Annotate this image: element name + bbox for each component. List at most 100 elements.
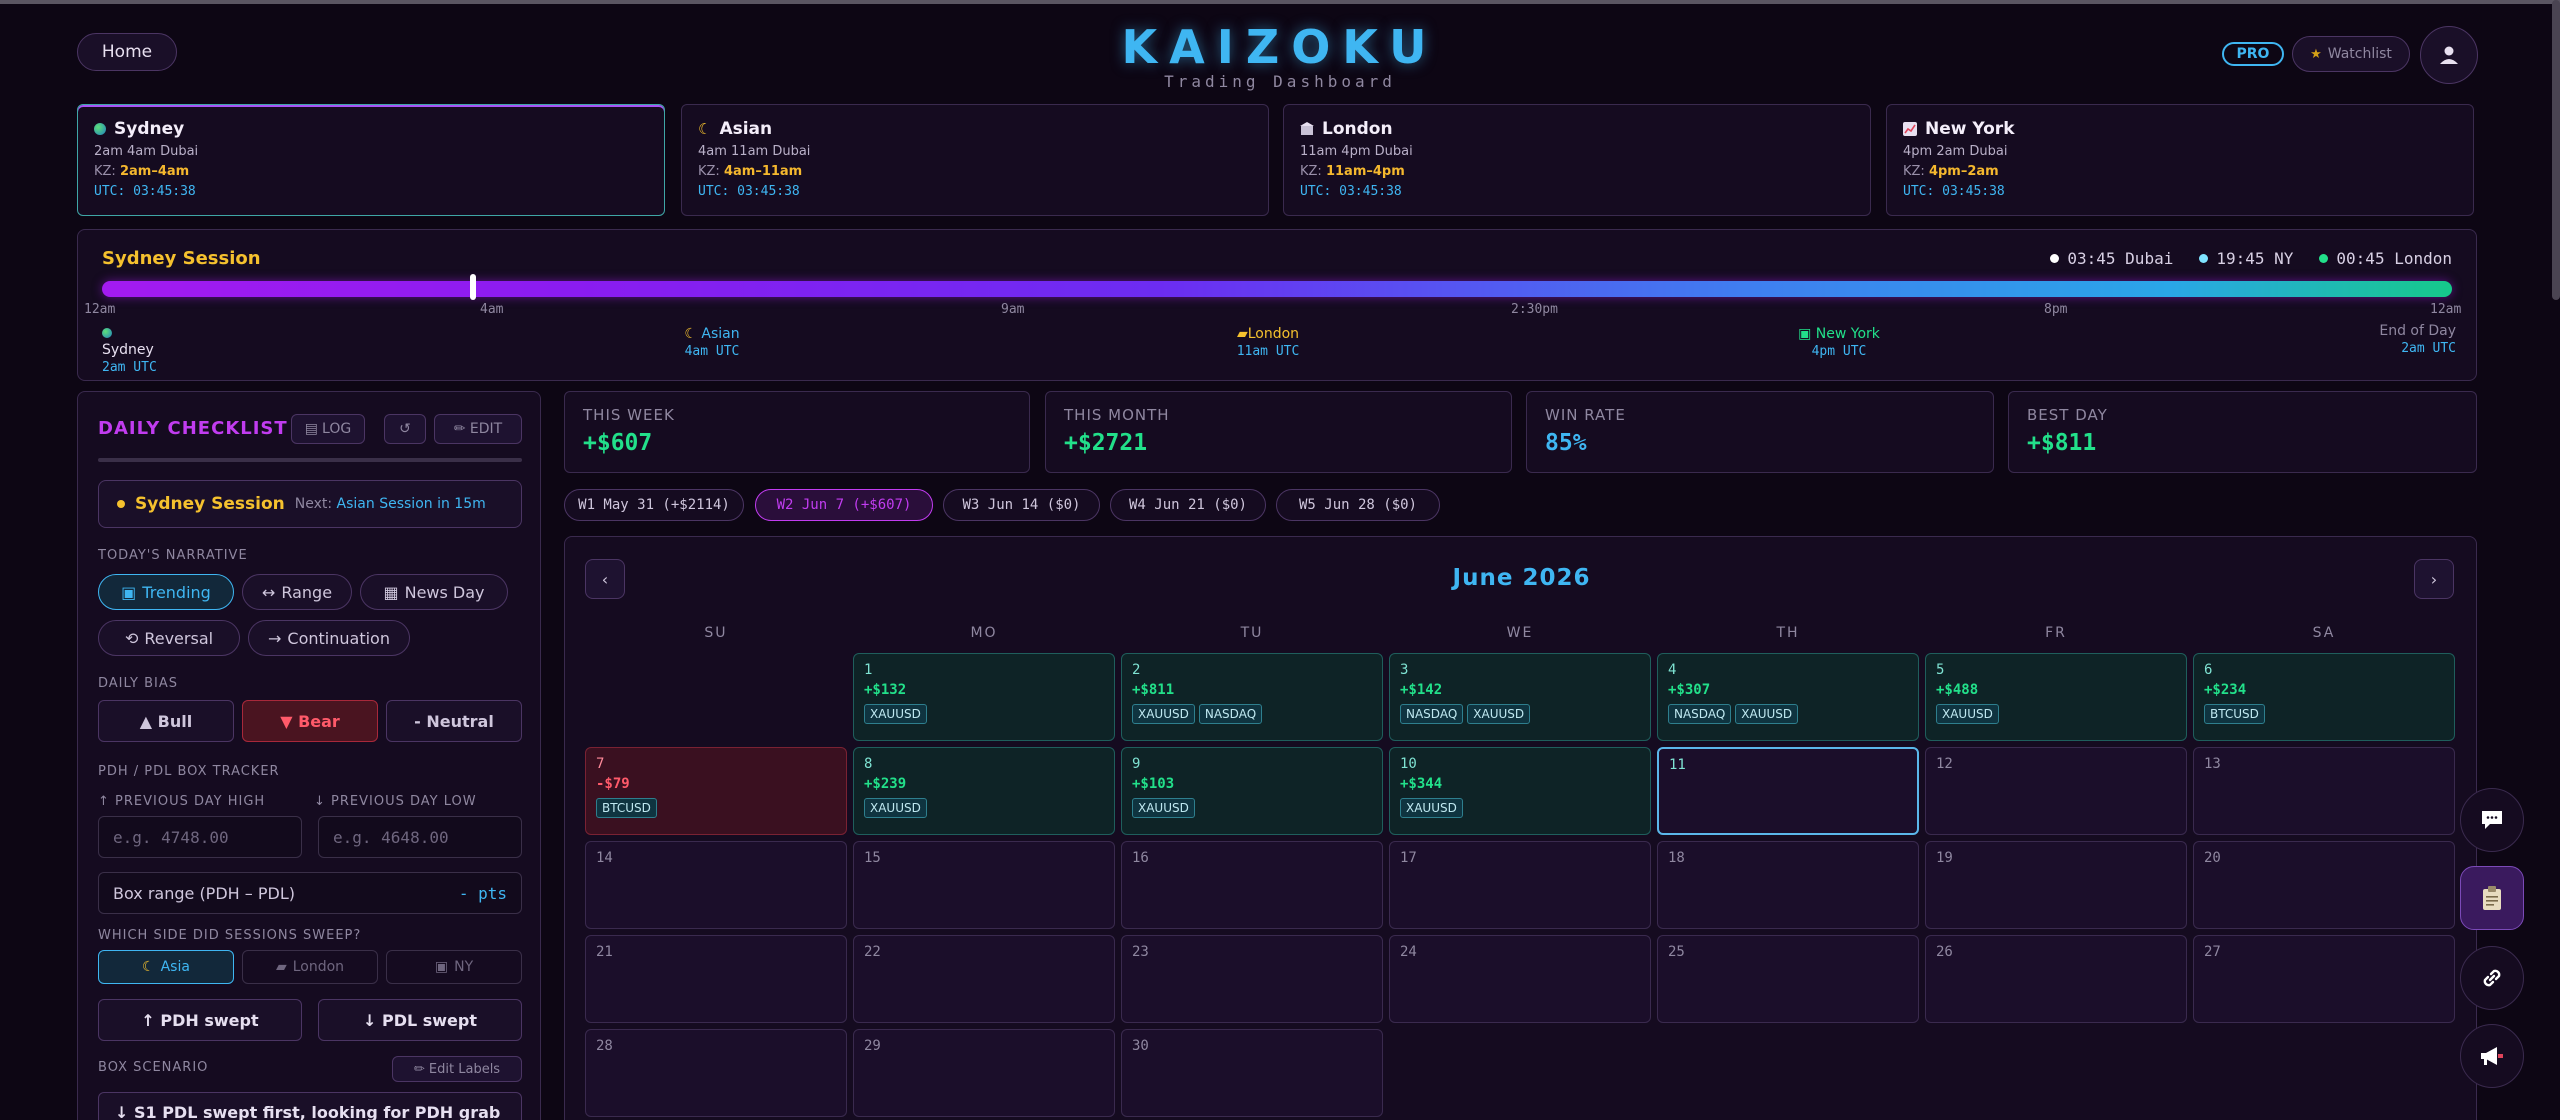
session-hours: 4am 11am Dubai bbox=[698, 144, 811, 159]
session-utc: UTC: 03:45:38 bbox=[1903, 184, 2005, 199]
link-icon bbox=[2483, 969, 2501, 987]
chat-button[interactable] bbox=[2460, 788, 2524, 852]
weekday-header: MO bbox=[970, 625, 998, 641]
megaphone-icon bbox=[2481, 1047, 2503, 1065]
sweep-asia[interactable]: ☾ Asia bbox=[98, 950, 234, 984]
bias-bull-button[interactable]: ▲ Bull bbox=[98, 700, 234, 742]
pdl-swept-button[interactable]: ↓ PDL swept bbox=[318, 999, 522, 1041]
calendar-day[interactable]: 21 bbox=[585, 935, 847, 1023]
checklist-divider bbox=[98, 458, 522, 462]
calendar-day[interactable]: 8 +$239 XAUUSD bbox=[853, 747, 1115, 835]
calendar-day[interactable]: 7 -$79 BTCUSD bbox=[585, 747, 847, 835]
next-month-button[interactable]: › bbox=[2414, 559, 2454, 599]
calendar-day[interactable]: 5 +$488 XAUUSD bbox=[1925, 653, 2187, 741]
current-time-marker bbox=[470, 274, 477, 300]
calendar-day[interactable]: 15 bbox=[853, 841, 1115, 929]
avatar[interactable] bbox=[2420, 26, 2478, 84]
session-card-asian[interactable]: ☾ Asian 4am 11am Dubai KZ: 4am–11am UTC: … bbox=[681, 104, 1269, 216]
session-hours: 11am 4pm Dubai bbox=[1300, 144, 1413, 159]
narrative-range[interactable]: ↔ Range bbox=[242, 574, 352, 610]
tick-label: 12am bbox=[84, 302, 116, 317]
sweep-ny[interactable]: ▣ NY bbox=[386, 950, 522, 984]
watchlist-label: Watchlist bbox=[2327, 46, 2392, 62]
calendar-day[interactable]: 1 +$132 XAUUSD bbox=[853, 653, 1115, 741]
narrative-reversal[interactable]: ⟲ Reversal bbox=[98, 620, 240, 656]
checklist-toggle-button[interactable] bbox=[2460, 866, 2524, 930]
calendar-day[interactable]: 4 +$307 NASDAQ XAUUSD bbox=[1657, 653, 1919, 741]
calendar-day[interactable]: 29 bbox=[853, 1029, 1115, 1117]
calendar-day[interactable]: 19 bbox=[1925, 841, 2187, 929]
calendar-day[interactable]: 30 bbox=[1121, 1029, 1383, 1117]
calendar-day[interactable]: 26 bbox=[1925, 935, 2187, 1023]
session-name: New York bbox=[1925, 119, 2015, 139]
day-number: 4 bbox=[1668, 662, 1677, 678]
week-tab-w3[interactable]: W3 Jun 14 ($0) bbox=[943, 489, 1100, 521]
week-tab-w1[interactable]: W1 May 31 (+$2114) bbox=[564, 489, 744, 521]
narrative-continuation[interactable]: → Continuation bbox=[248, 620, 410, 656]
calendar-day[interactable]: 22 bbox=[853, 935, 1115, 1023]
session-card-new-york[interactable]: New York 4pm 2am Dubai KZ: 4pm–2am UTC: … bbox=[1886, 104, 2474, 216]
weekday-header: TU bbox=[1240, 625, 1264, 641]
scenario-option[interactable]: ↓ S1 PDL swept first, looking for PDH gr… bbox=[98, 1092, 522, 1120]
clock-london: 00:45 London bbox=[2319, 249, 2452, 268]
session-card-london[interactable]: London 11am 4pm Dubai KZ: 11am–4pm UTC: … bbox=[1283, 104, 1871, 216]
narrative-news-day[interactable]: ▦ News Day bbox=[360, 574, 508, 610]
calendar-day[interactable]: 6 +$234 BTCUSD bbox=[2193, 653, 2455, 741]
day-number: 26 bbox=[1936, 944, 1953, 960]
clock-dot-icon bbox=[2050, 254, 2060, 263]
calendar-day[interactable]: 27 bbox=[2193, 935, 2455, 1023]
calendar-month-title: June 2026 bbox=[1452, 565, 1591, 591]
chat-icon bbox=[2482, 811, 2502, 829]
calendar-day[interactable]: 17 bbox=[1389, 841, 1651, 929]
pdh-swept-button[interactable]: ↑ PDH swept bbox=[98, 999, 302, 1041]
bias-neutral-button[interactable]: - Neutral bbox=[386, 700, 522, 742]
log-button[interactable]: ▤ LOG bbox=[291, 414, 365, 444]
pdh-input[interactable] bbox=[98, 816, 302, 858]
edit-button[interactable]: ✏ EDIT bbox=[434, 414, 522, 444]
session-card-sydney[interactable]: Sydney 2am 4am Dubai KZ: 2am–4am UTC: 03… bbox=[77, 104, 665, 216]
week-tab-w2[interactable]: W2 Jun 7 (+$607) bbox=[755, 489, 933, 521]
reverse-icon: ⟲ bbox=[124, 628, 139, 648]
narrative-label: TODAY'S NARRATIVE bbox=[98, 548, 248, 563]
pdl-input[interactable] bbox=[318, 816, 522, 858]
calendar-day[interactable]: 13 bbox=[2193, 747, 2455, 835]
link-button[interactable] bbox=[2460, 946, 2524, 1010]
user-icon bbox=[2440, 46, 2458, 64]
day-pnl: +$234 bbox=[2204, 682, 2247, 698]
calendar-day[interactable]: 3 +$142 NASDAQ XAUUSD bbox=[1389, 653, 1651, 741]
calendar-day[interactable]: 9 +$103 XAUUSD bbox=[1121, 747, 1383, 835]
arrow-right-icon: → bbox=[268, 628, 282, 648]
edit-labels-button[interactable]: ✏ Edit Labels bbox=[392, 1056, 522, 1082]
calendar-day[interactable]: 24 bbox=[1389, 935, 1651, 1023]
week-tab-w5[interactable]: W5 Jun 28 ($0) bbox=[1276, 489, 1440, 521]
timeline-label-london: ▰London 11am UTC bbox=[1236, 326, 1300, 359]
calendar-day[interactable]: 11 bbox=[1657, 747, 1919, 835]
narrative-trending[interactable]: ▣ Trending bbox=[98, 574, 234, 610]
session-hours: 4pm 2am Dubai bbox=[1903, 144, 2008, 159]
calendar-day[interactable]: 10 +$344 XAUUSD bbox=[1389, 747, 1651, 835]
world-clocks: 03:45 Dubai 19:45 NY 00:45 London bbox=[2050, 249, 2452, 268]
tick-label: 12am bbox=[2430, 302, 2462, 317]
calendar-day[interactable]: 14 bbox=[585, 841, 847, 929]
killzone-value: 11am–4pm bbox=[1325, 164, 1405, 179]
instrument-tag: XAUUSD bbox=[864, 704, 927, 724]
calendar-day[interactable]: 18 bbox=[1657, 841, 1919, 929]
calendar-day[interactable]: 20 bbox=[2193, 841, 2455, 929]
week-tab-w4[interactable]: W4 Jun 21 ($0) bbox=[1110, 489, 1266, 521]
day-number: 7 bbox=[596, 756, 605, 772]
timeline-label-sydney: Sydney 2am UTC bbox=[102, 326, 162, 375]
killzone-label: KZ: bbox=[94, 164, 116, 179]
calendar-day[interactable]: 23 bbox=[1121, 935, 1383, 1023]
calendar-day[interactable]: 28 bbox=[585, 1029, 847, 1117]
day-number: 3 bbox=[1400, 662, 1409, 678]
calendar-day[interactable]: 16 bbox=[1121, 841, 1383, 929]
announcements-button[interactable] bbox=[2460, 1024, 2524, 1088]
reset-button[interactable]: ↺ bbox=[384, 414, 426, 444]
bias-bear-button[interactable]: ▼ Bear bbox=[242, 700, 378, 742]
killzone-value: 4am–11am bbox=[723, 164, 803, 179]
calendar-day[interactable]: 25 bbox=[1657, 935, 1919, 1023]
calendar-day[interactable]: 2 +$811 XAUUSD NASDAQ bbox=[1121, 653, 1383, 741]
sweep-london[interactable]: ▰ London bbox=[242, 950, 378, 984]
watchlist-button[interactable]: ★ Watchlist bbox=[2292, 36, 2410, 72]
calendar-day[interactable]: 12 bbox=[1925, 747, 2187, 835]
